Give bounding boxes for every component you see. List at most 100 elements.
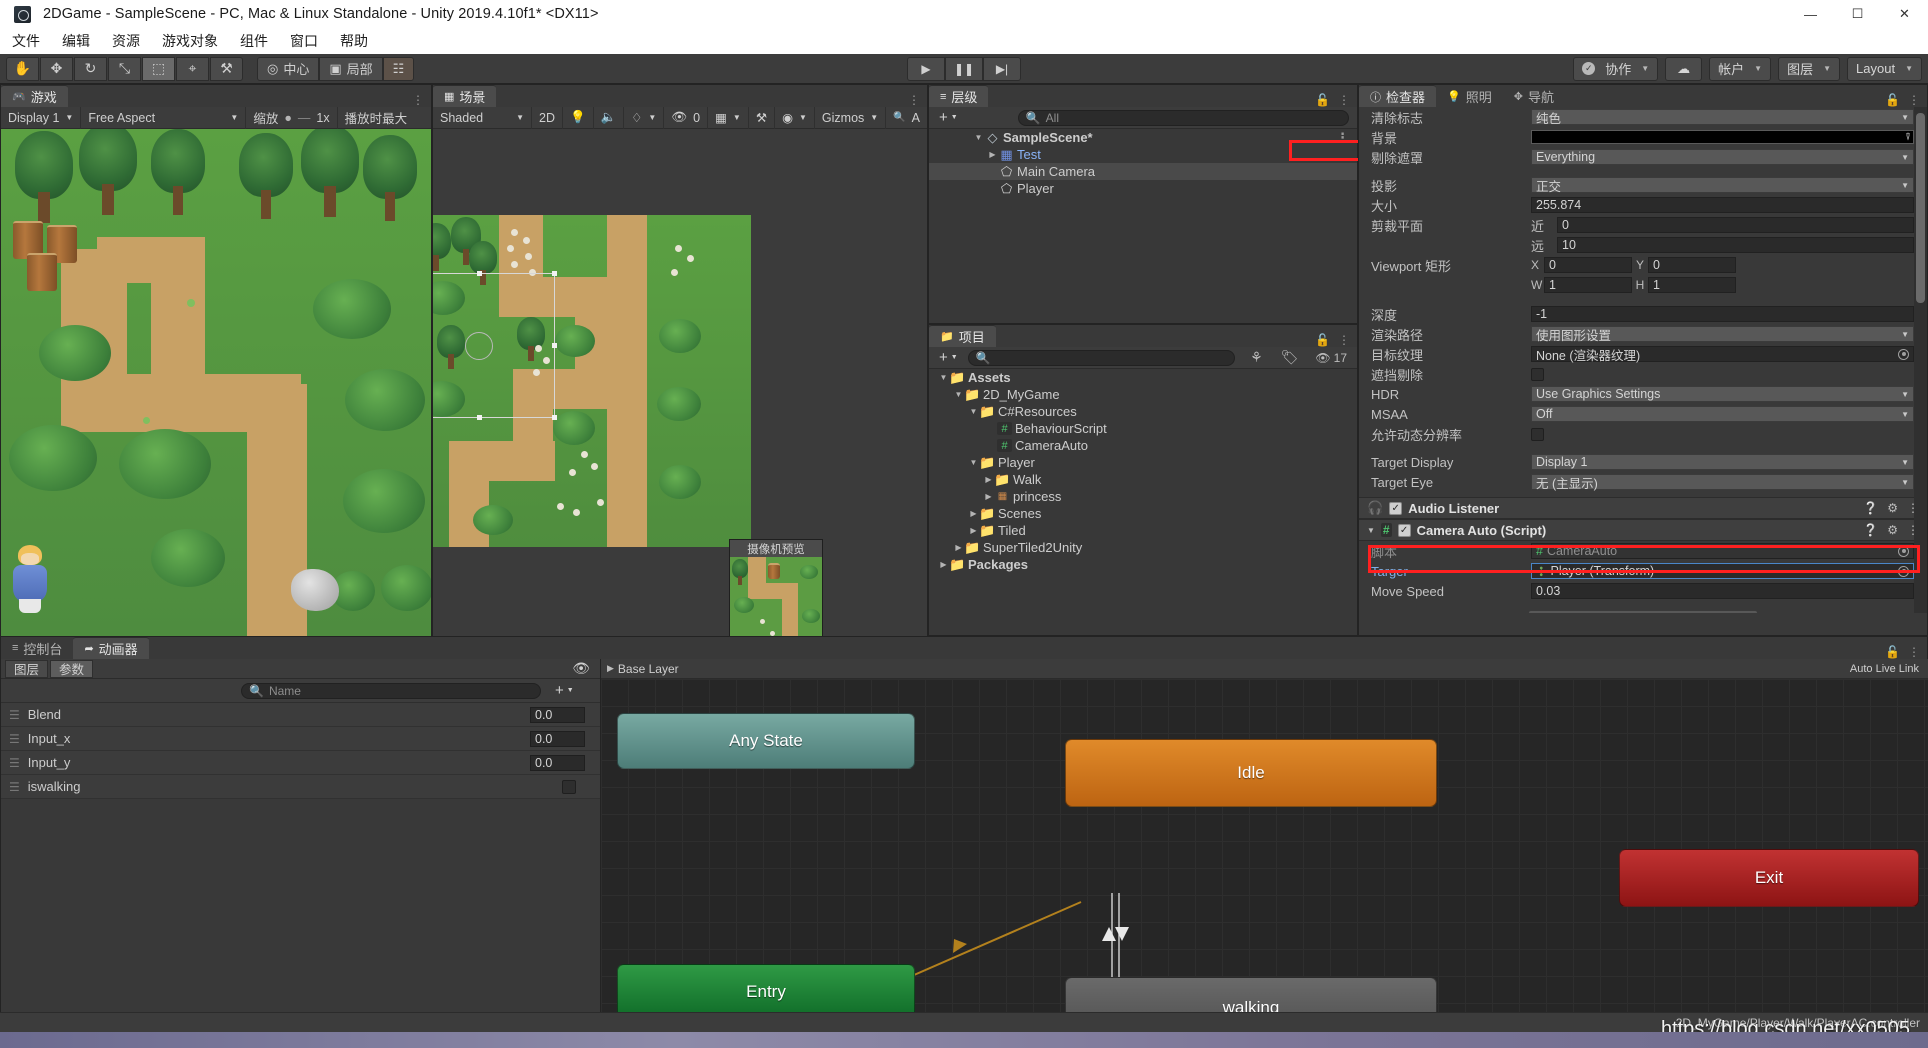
- viewport-w-input[interactable]: 1: [1544, 277, 1632, 293]
- maximize-on-play-button[interactable]: 播放时最大: [338, 107, 415, 129]
- project-item-packages[interactable]: ▶ 📁 Packages: [929, 556, 1357, 573]
- hierarchy-item-main-camera[interactable]: ⬠ Main Camera: [929, 163, 1357, 180]
- project-item-2d-mygame[interactable]: ▼ 📁 2D_MyGame: [929, 386, 1357, 403]
- scale-slider[interactable]: 缩放 ● — 1x: [246, 106, 338, 129]
- project-item-assets[interactable]: ▼ 📁 Assets: [929, 369, 1357, 386]
- parameter-row-blend[interactable]: ☰ Blend 0.0: [1, 703, 600, 727]
- camera-gizmo-rect[interactable]: [433, 271, 557, 420]
- project-item-princess[interactable]: ▶ ▦ princess: [929, 488, 1357, 505]
- parameter-value-input[interactable]: 0.0: [530, 730, 585, 747]
- rendering-path-dropdown[interactable]: 使用图形设置 ▼: [1531, 326, 1914, 343]
- fx-icon[interactable]: ♢ ▼: [624, 106, 665, 129]
- target-eye-dropdown[interactable]: 无 (主显示) ▼: [1531, 474, 1914, 491]
- chevron-down-icon[interactable]: ▼: [952, 390, 965, 399]
- drag-handle-icon[interactable]: ☰: [9, 732, 20, 746]
- clipping-far-input[interactable]: 10: [1557, 237, 1914, 253]
- add-component-button[interactable]: 添加组件: [1528, 610, 1758, 613]
- lock-icon[interactable]: 🔓: [1885, 645, 1900, 659]
- cloud-icon[interactable]: ☁: [1665, 56, 1703, 81]
- state-node-exit[interactable]: Exit: [1619, 849, 1919, 907]
- drag-handle-icon[interactable]: ☰: [9, 708, 20, 722]
- project-tab-menu[interactable]: ⋮: [1338, 333, 1350, 347]
- speaker-icon[interactable]: 🔈: [594, 106, 625, 129]
- step-button[interactable]: ▶|: [983, 56, 1021, 81]
- custom-tool-icon[interactable]: ⚒: [210, 56, 243, 81]
- move-speed-input[interactable]: 0.03: [1531, 583, 1914, 599]
- inspector-tab-menu[interactable]: ⋮: [1908, 93, 1920, 107]
- project-item-walk[interactable]: ▶ 📁 Walk: [929, 471, 1357, 488]
- parameter-search-input[interactable]: 🔍 Name: [241, 682, 541, 699]
- hand-tool-icon[interactable]: ✋: [6, 56, 39, 81]
- dynamic-resolution-checkbox[interactable]: [1531, 427, 1544, 441]
- tab-hierarchy[interactable]: ≡ 层级: [929, 85, 989, 107]
- menu-item-help[interactable]: 帮助: [340, 31, 368, 51]
- add-parameter-button[interactable]: + ▼: [555, 682, 574, 699]
- size-input[interactable]: 255.874: [1531, 197, 1914, 213]
- layers-button[interactable]: 图层 ▼: [1778, 56, 1841, 81]
- chevron-right-icon[interactable]: ▶: [986, 150, 999, 159]
- pivot-rotation-button[interactable]: ▣ 局部: [319, 56, 383, 81]
- display-dropdown[interactable]: Display 1 ▼: [1, 106, 82, 129]
- object-picker-icon[interactable]: [1898, 565, 1909, 577]
- move-tool-icon[interactable]: ✥: [40, 56, 73, 81]
- project-item-tiled[interactable]: ▶ 📁 Tiled: [929, 522, 1357, 539]
- lock-icon[interactable]: 🔓: [1315, 93, 1330, 107]
- projection-dropdown[interactable]: 正交 ▼: [1531, 177, 1914, 194]
- component-header-audio-listener[interactable]: 🎧 ✓ Audio Listener ❔ ⚙ ⋮: [1359, 497, 1927, 519]
- hierarchy-tab-menu[interactable]: ⋮: [1338, 93, 1350, 107]
- chevron-down-icon[interactable]: ▼: [967, 407, 980, 416]
- culling-mask-dropdown[interactable]: Everything ▼: [1531, 149, 1914, 165]
- tab-project[interactable]: 📁 项目: [929, 325, 996, 347]
- msaa-dropdown[interactable]: Off ▼: [1531, 406, 1914, 422]
- chevron-right-icon[interactable]: ▶: [937, 560, 950, 569]
- hierarchy-add-button[interactable]: + ▼: [933, 109, 964, 126]
- drag-handle-icon[interactable]: ☰: [9, 756, 20, 770]
- camera-icon[interactable]: ◉ ▼: [775, 106, 815, 129]
- scene-context-menu[interactable]: ⋮: [1336, 130, 1349, 146]
- sub-tab-parameters[interactable]: 参数: [50, 659, 94, 678]
- chevron-down-icon[interactable]: ▼: [1367, 526, 1375, 535]
- target-display-dropdown[interactable]: Display 1 ▼: [1531, 454, 1914, 470]
- scene-view-tab-menu[interactable]: ⋮: [908, 93, 927, 107]
- menu-item-window[interactable]: 窗口: [290, 31, 318, 51]
- tab-inspector[interactable]: ⓘ 检查器: [1359, 85, 1437, 107]
- viewport-x-input[interactable]: 0: [1544, 257, 1632, 273]
- chevron-right-icon[interactable]: ▶: [952, 543, 965, 552]
- viewport-y-input[interactable]: 0: [1648, 257, 1736, 273]
- clear-flags-dropdown[interactable]: 纯色 ▼: [1531, 109, 1914, 126]
- hierarchy-search-input[interactable]: 🔍 All: [1017, 109, 1349, 126]
- pivot-mode-button[interactable]: ◎ 中心: [257, 56, 320, 81]
- game-view-canvas[interactable]: [1, 129, 431, 636]
- background-color-swatch[interactable]: ⍒: [1531, 130, 1914, 144]
- shading-dropdown[interactable]: Shaded ▼: [433, 106, 532, 129]
- menu-item-assets[interactable]: 资源: [112, 31, 140, 51]
- parameter-value-input[interactable]: 0.0: [530, 754, 585, 771]
- drag-handle-icon[interactable]: ☰: [9, 780, 20, 794]
- inspector-scrollbar[interactable]: [1914, 107, 1927, 613]
- audio-listener-enabled-checkbox[interactable]: ✓: [1389, 501, 1403, 515]
- account-button[interactable]: 帐户 ▼: [1709, 56, 1772, 81]
- parameter-value-input[interactable]: 0.0: [530, 706, 585, 723]
- targer-object-field[interactable]: ✣ Player (Transform): [1531, 563, 1914, 579]
- lightbulb-icon[interactable]: 💡: [563, 106, 594, 129]
- clipping-near-input[interactable]: 0: [1557, 217, 1914, 233]
- project-item-player[interactable]: ▼ 📁 Player: [929, 454, 1357, 471]
- hierarchy-item-test[interactable]: ▶ ▦ Test: [929, 146, 1357, 163]
- transform-tool-icon[interactable]: ⌖: [176, 56, 209, 81]
- auto-live-link-toggle[interactable]: Auto Live Link: [1850, 663, 1919, 675]
- project-add-button[interactable]: + ▼: [933, 349, 964, 366]
- tab-animator[interactable]: ➦ 动画器: [73, 637, 149, 659]
- menu-item-component[interactable]: 组件: [240, 31, 268, 51]
- play-button[interactable]: ▶: [907, 56, 945, 81]
- state-node-idle[interactable]: Idle: [1065, 739, 1437, 807]
- grid-snap-icon[interactable]: ☷: [382, 56, 415, 81]
- hierarchy-item-player[interactable]: ⬠ Player: [929, 180, 1357, 197]
- preset-icon[interactable]: ⚙: [1887, 523, 1898, 537]
- scale-tool-icon[interactable]: ⤡: [108, 56, 141, 81]
- parameter-row-input-y[interactable]: ☰ Input_y 0.0: [1, 751, 600, 775]
- help-icon[interactable]: ❔: [1863, 501, 1878, 515]
- scene-view-canvas[interactable]: 摄像机预览: [433, 129, 927, 636]
- chevron-right-icon[interactable]: ▶: [967, 526, 980, 535]
- tab-lighting[interactable]: 💡 照明: [1436, 85, 1503, 107]
- rect-tool-icon[interactable]: ⬚: [142, 56, 175, 81]
